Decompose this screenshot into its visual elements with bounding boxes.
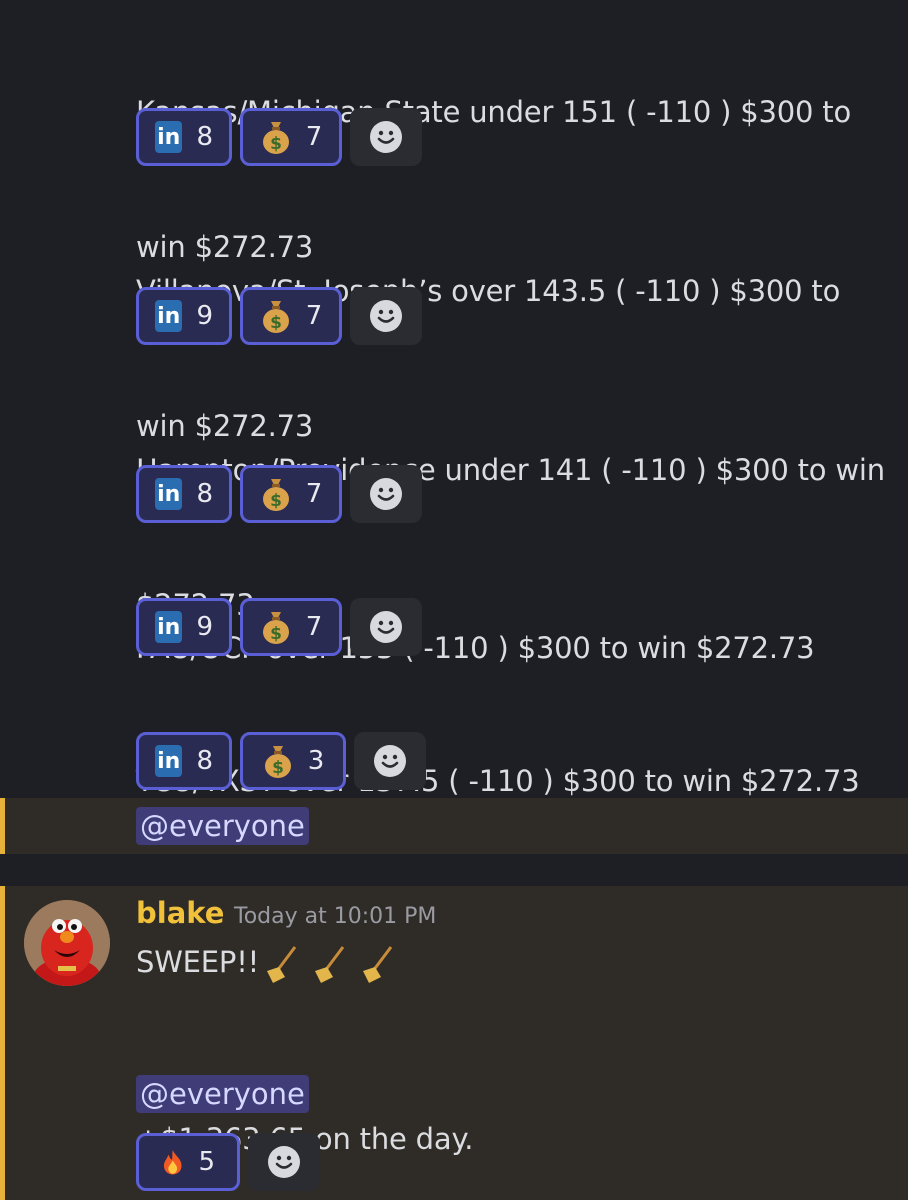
add-reaction-button[interactable] (350, 465, 422, 523)
svg-text:$: $ (270, 624, 282, 644)
elmo-avatar-image (24, 900, 110, 986)
reaction-bar: in 9 $ 7 (136, 598, 422, 656)
add-reaction-icon (370, 611, 402, 643)
moneybag-reaction[interactable]: $ 7 (240, 598, 342, 656)
add-reaction-icon (268, 1146, 300, 1178)
linkedin-icon: in (155, 121, 183, 153)
add-reaction-button[interactable] (248, 1133, 320, 1191)
linkedin-icon: in (155, 745, 183, 777)
message-timestamp: Today at 10:01 PM (234, 904, 437, 929)
add-reaction-button[interactable] (350, 287, 422, 345)
avatar[interactable] (24, 900, 110, 986)
linkedin-icon: in (155, 300, 183, 332)
svg-text:$: $ (270, 491, 282, 511)
svg-text:$: $ (270, 134, 282, 154)
add-reaction-button[interactable] (350, 108, 422, 166)
add-reaction-button[interactable] (354, 732, 426, 790)
moneybag-reaction[interactable]: $ 7 (240, 465, 342, 523)
reaction-count: 7 (305, 301, 323, 331)
broom-icon (267, 945, 393, 983)
fire-icon (163, 1150, 182, 1175)
linkedin-reaction[interactable]: in 8 (136, 465, 232, 523)
reaction-count: 7 (305, 122, 323, 152)
reaction-count: 5 (198, 1147, 215, 1177)
reaction-count: 8 (196, 746, 213, 776)
reaction-bar: 5 (136, 1133, 320, 1191)
svg-text:$: $ (272, 758, 284, 778)
reaction-bar: in 8 $ 7 (136, 108, 422, 166)
moneybag-reaction[interactable]: $ 7 (240, 108, 342, 166)
reaction-count: 7 (305, 479, 323, 509)
linkedin-reaction[interactable]: in 8 (136, 108, 232, 166)
reaction-count: 9 (196, 301, 213, 331)
add-reaction-icon (370, 300, 402, 332)
everyone-mention[interactable]: @everyone (136, 1075, 309, 1113)
money-bag-icon: $ (262, 479, 289, 511)
post-text: SWEEP!! (136, 940, 403, 985)
reaction-count: 8 (196, 479, 213, 509)
reaction-count: 8 (196, 122, 213, 152)
linkedin-reaction[interactable]: in 9 (136, 598, 232, 656)
reaction-bar: in 9 $ 7 (136, 287, 422, 345)
linkedin-icon: in (155, 611, 183, 643)
money-bag-icon: $ (262, 301, 289, 333)
moneybag-reaction[interactable]: $ 3 (240, 732, 346, 790)
everyone-mention[interactable]: @everyone (136, 807, 309, 845)
reaction-bar: in 8 $ 3 (136, 732, 426, 790)
username[interactable]: blake (136, 896, 224, 930)
reaction-count: 3 (307, 746, 325, 776)
svg-text:$: $ (270, 313, 282, 333)
money-bag-icon: $ (262, 122, 289, 154)
linkedin-reaction[interactable]: in 8 (136, 732, 232, 790)
linkedin-reaction[interactable]: in 9 (136, 287, 232, 345)
money-bag-icon: $ (264, 746, 291, 778)
moneybag-reaction[interactable]: $ 7 (240, 287, 342, 345)
add-reaction-icon (374, 745, 406, 777)
add-reaction-button[interactable] (350, 598, 422, 656)
reaction-count: 7 (305, 612, 323, 642)
reaction-bar: in 8 $ 7 (136, 465, 422, 523)
money-bag-icon: $ (262, 612, 289, 644)
linkedin-icon: in (155, 478, 183, 510)
reaction-count: 9 (196, 612, 213, 642)
add-reaction-icon (370, 478, 402, 510)
fire-reaction[interactable]: 5 (136, 1133, 240, 1191)
add-reaction-icon (370, 121, 402, 153)
message-line: SWEEP!! (136, 945, 260, 979)
